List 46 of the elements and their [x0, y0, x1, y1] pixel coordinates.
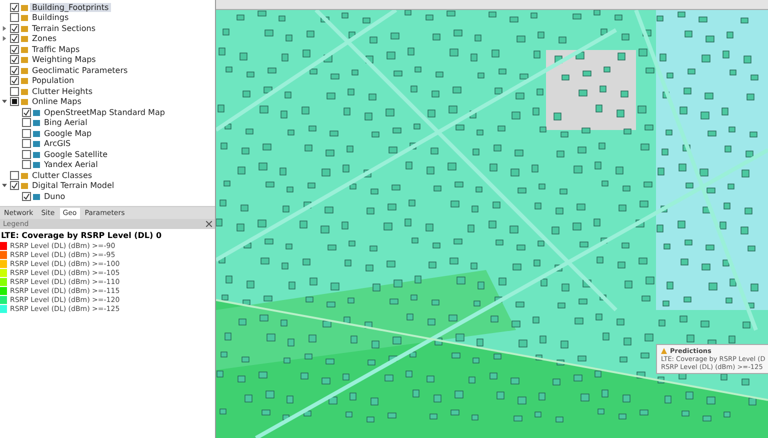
checkbox[interactable] — [10, 24, 19, 33]
layer-item[interactable]: Population — [30, 76, 76, 86]
checkbox[interactable] — [22, 118, 31, 128]
expand-arrow-icon[interactable] — [2, 26, 7, 31]
layer-item[interactable]: Traffic Maps — [30, 44, 82, 54]
layer-item[interactable]: Online Maps — [30, 97, 84, 106]
checkbox[interactable] — [10, 170, 19, 180]
layer-item[interactable]: Digital Terrain Model — [30, 181, 116, 190]
layer-item[interactable]: Bing Aerial — [42, 118, 90, 128]
layer-item[interactable]: Buildings — [30, 13, 71, 22]
checkbox[interactable] — [10, 181, 19, 190]
layer-item[interactable]: OpenStreetMap Standard Map — [42, 108, 167, 117]
checkbox[interactable] — [10, 2, 19, 12]
layer-item[interactable]: Yandex Aerial — [42, 160, 100, 170]
checkbox[interactable] — [10, 44, 19, 54]
checkbox[interactable] — [22, 139, 31, 148]
layer-item[interactable]: Weighting Maps — [30, 55, 98, 64]
layer-item[interactable]: Clutter Classes — [30, 170, 94, 180]
layer-item[interactable]: Duno — [42, 192, 68, 201]
legend-heading: LTE: Coverage by RSRP Level (DL) 0 — [0, 231, 163, 241]
checkbox[interactable] — [22, 128, 31, 138]
coverage-map-drawing[interactable] — [216, 10, 768, 438]
checkbox[interactable] — [10, 86, 19, 96]
layer-item[interactable]: Building_Footprints — [30, 2, 111, 12]
checkbox[interactable] — [10, 55, 19, 64]
collapse-arrow-icon[interactable] — [2, 99, 7, 104]
warning-icon — [661, 348, 667, 354]
checkbox[interactable] — [10, 97, 19, 106]
checkbox[interactable] — [10, 66, 19, 75]
expand-arrow-icon[interactable] — [2, 36, 7, 42]
layer-item[interactable]: Google Map — [42, 128, 94, 138]
layer-item[interactable]: ArcGIS — [42, 139, 73, 148]
layer-item[interactable]: Zones — [30, 34, 59, 44]
checkbox[interactable] — [10, 34, 19, 44]
layer-item[interactable]: Clutter Heights — [30, 86, 95, 96]
layer-item[interactable]: Terrain Sections — [30, 24, 98, 33]
checkbox[interactable] — [22, 108, 31, 117]
checkbox[interactable] — [10, 13, 19, 22]
checkbox[interactable] — [10, 76, 19, 86]
close-icon[interactable] — [206, 221, 212, 227]
layer-item[interactable]: Geoclimatic Parameters — [30, 66, 130, 75]
layer-item[interactable]: Google Satellite — [42, 150, 110, 159]
checkbox[interactable] — [22, 192, 31, 201]
collapse-arrow-icon[interactable] — [2, 183, 7, 188]
checkbox[interactable] — [22, 150, 31, 159]
checkbox[interactable] — [22, 160, 31, 170]
